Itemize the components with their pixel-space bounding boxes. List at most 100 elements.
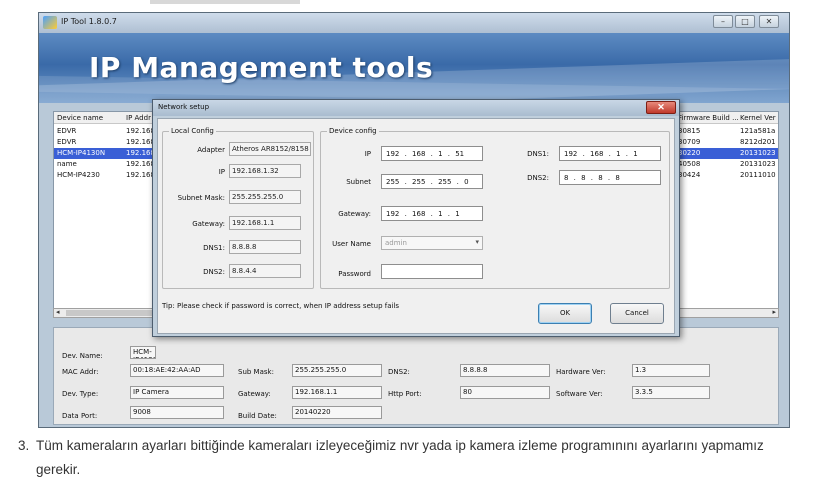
local-config-label: Local Config: [169, 127, 216, 135]
ip-cell: 192.168: [126, 160, 155, 168]
adapter-label: Adapter: [197, 146, 225, 154]
device-config-group: Device config IP 192 . 168 . 1 . 51 Subn…: [320, 127, 670, 289]
network-setup-dialog: Network setup ✕ Local Config Adapter Ath…: [152, 99, 680, 337]
caption-text: Tüm kameraların ayarları bittiğinde kame…: [36, 438, 764, 477]
data-port-field: 9008: [130, 406, 224, 419]
device-config-label: Device config: [327, 127, 379, 135]
device-dns1-input[interactable]: 192 . 168 . 1 . 1: [559, 146, 661, 161]
window-titlebar[interactable]: IP Tool 1.8.0.7 – □ ✕: [39, 13, 789, 33]
top-divider: [150, 0, 300, 4]
app-icon: [43, 16, 57, 29]
kernel-cell: 20131023: [740, 160, 776, 168]
adapter-field: Atheros AR8152/8158: [229, 142, 311, 156]
close-button[interactable]: ✕: [759, 15, 779, 28]
firmware-cell: 30220: [678, 149, 701, 157]
mac-field: 00:18:AE:42:AA:AD: [130, 364, 224, 377]
column-header-firmware[interactable]: Firmware Build ...: [678, 114, 739, 122]
ip-cell: 192.168: [126, 149, 155, 157]
local-ip-label: IP: [218, 168, 225, 176]
device-info-panel: Dev. Name: HCM-IP4130N MAC Addr: 00:18:A…: [53, 327, 779, 425]
local-config-group: Local Config Adapter Atheros AR8152/8158…: [162, 127, 314, 289]
device-name-cell: name: [57, 160, 77, 168]
ok-button[interactable]: OK: [538, 303, 592, 324]
http-port-field: 80: [460, 386, 550, 399]
password-label: Password: [338, 270, 371, 278]
http-port-label: Http Port:: [388, 390, 422, 398]
gateway-field: 192.168.1.1: [292, 386, 382, 399]
mac-label: MAC Addr:: [62, 368, 99, 376]
dialog-body: Local Config Adapter Atheros AR8152/8158…: [157, 118, 675, 334]
hardware-ver-label: Hardware Ver:: [556, 368, 606, 376]
dev-name-field: HCM-IP4130N: [130, 346, 156, 359]
local-subnet-field: 255.255.255.0: [229, 190, 301, 204]
local-dns2-field: 8.8.4.4: [229, 264, 301, 278]
software-ver-label: Software Ver:: [556, 390, 603, 398]
firmware-cell: 40508: [678, 160, 701, 168]
device-dns2-input[interactable]: 8 . 8 . 8 . 8: [559, 170, 661, 185]
device-dns1-label: DNS1:: [527, 150, 549, 158]
scroll-left-icon[interactable]: ◂: [56, 308, 60, 316]
build-date-field: 20140220: [292, 406, 382, 419]
hardware-ver-field: 1.3: [632, 364, 710, 377]
dev-name-label: Dev. Name:: [62, 352, 103, 360]
maximize-button[interactable]: □: [735, 15, 755, 28]
device-dns2-label: DNS2:: [527, 174, 549, 182]
dev-type-label: Dev. Type:: [62, 390, 99, 398]
dev-type-field: IP Camera: [130, 386, 224, 399]
device-name-cell: HCM-IP4130N: [57, 149, 106, 157]
app-header-title: IP Management tools: [89, 51, 434, 84]
window-title: IP Tool 1.8.0.7: [61, 17, 117, 26]
local-dns1-field: 8.8.8.8: [229, 240, 301, 254]
dns2-label: DNS2:: [388, 368, 410, 376]
kernel-cell: 20131023: [740, 149, 776, 157]
dialog-close-icon[interactable]: ✕: [646, 101, 676, 114]
ip-cell: 192.168: [126, 171, 155, 179]
software-ver-field: 3.3.5: [632, 386, 710, 399]
build-date-label: Build Date:: [238, 412, 277, 420]
local-ip-field: 192.168.1.32: [229, 164, 301, 178]
caption-number: 3.: [18, 438, 30, 453]
scroll-right-icon[interactable]: ▸: [772, 308, 776, 316]
device-gateway-label: Gateway:: [338, 210, 371, 218]
ip-cell: 192.168: [126, 127, 155, 135]
kernel-cell: 20111010: [740, 171, 776, 179]
local-gateway-label: Gateway:: [192, 220, 225, 228]
device-name-cell: EDVR: [57, 127, 77, 135]
device-name-cell: EDVR: [57, 138, 77, 146]
password-input[interactable]: [381, 264, 483, 279]
column-header-kernel[interactable]: Kernel Ver: [740, 114, 776, 122]
kernel-cell: 121a581a: [740, 127, 776, 135]
data-port-label: Data Port:: [62, 412, 98, 420]
local-gateway-field: 192.168.1.1: [229, 216, 301, 230]
local-dns2-label: DNS2:: [203, 268, 225, 276]
firmware-cell: 30815: [678, 127, 701, 135]
device-gateway-input[interactable]: 192 . 168 . 1 . 1: [381, 206, 483, 221]
device-subnet-input[interactable]: 255 . 255 . 255 . 0: [381, 174, 483, 189]
device-ip-input[interactable]: 192 . 168 . 1 . 51: [381, 146, 483, 161]
user-name-value: admin: [385, 239, 407, 247]
dialog-titlebar[interactable]: Network setup ✕: [153, 100, 679, 116]
user-name-label: User Name: [332, 240, 371, 248]
column-header-device-name[interactable]: Device name: [57, 114, 103, 122]
column-header-ip[interactable]: IP Addr: [126, 114, 151, 122]
firmware-cell: 30709: [678, 138, 701, 146]
device-ip-label[interactable]: IP: [325, 150, 371, 158]
device-name-cell: HCM-IP4230: [57, 171, 100, 179]
cancel-button[interactable]: Cancel: [610, 303, 664, 324]
dns2-field: 8.8.8.8: [460, 364, 550, 377]
kernel-cell: 8212d201: [740, 138, 776, 146]
firmware-cell: 30424: [678, 171, 701, 179]
user-name-select[interactable]: admin ▾: [381, 236, 483, 250]
local-dns1-label: DNS1:: [203, 244, 225, 252]
chevron-down-icon[interactable]: ▾: [475, 238, 479, 246]
ip-cell: 192.168: [126, 138, 155, 146]
dialog-title: Network setup: [158, 103, 210, 111]
device-subnet-label: Subnet: [346, 178, 371, 186]
gateway-label: Gateway:: [238, 390, 271, 398]
local-subnet-label: Subnet Mask:: [177, 194, 225, 202]
app-header-banner: IP Management tools: [39, 33, 789, 103]
subnet-label: Sub Mask:: [238, 368, 274, 376]
top-edge: [0, 0, 814, 6]
minimize-button[interactable]: –: [713, 15, 733, 28]
subnet-field: 255.255.255.0: [292, 364, 382, 377]
